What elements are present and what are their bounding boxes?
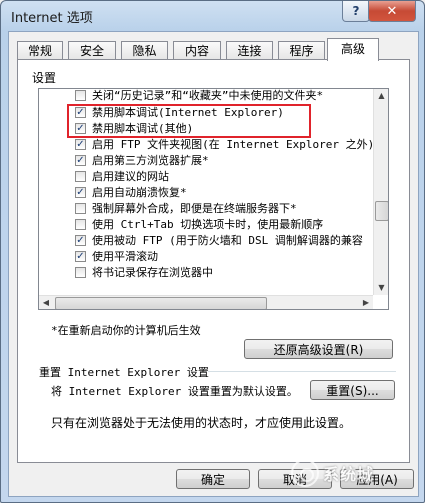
- checkbox[interactable]: ✓: [75, 123, 86, 134]
- close-icon: ✕: [386, 3, 398, 19]
- help-button[interactable]: ?: [342, 1, 370, 22]
- close-button[interactable]: ✕: [368, 1, 416, 22]
- tab-security[interactable]: 安全: [68, 41, 116, 60]
- scroll-right-icon[interactable]: ▶: [359, 296, 373, 309]
- dialog-client: 常规 安全 隐私 内容 连接 程序 高级 设置 关闭“历史记录”和“收藏夹”中未…: [8, 31, 419, 497]
- section-divider: [208, 371, 396, 372]
- checkbox[interactable]: [75, 219, 86, 230]
- checkbox[interactable]: ✓: [75, 155, 86, 166]
- apply-button[interactable]: 应用(A): [340, 469, 414, 489]
- vertical-scroll-thumb[interactable]: [375, 201, 388, 221]
- title-bar[interactable]: Internet 选项 ? ✕: [1, 1, 424, 31]
- advanced-tab-panel: 设置 关闭“历史记录”和“收藏夹”中未使用的文件夹* ✓ 禁用脚本调试(Inte…: [17, 59, 410, 463]
- settings-group-label: 设置: [32, 71, 57, 85]
- checkbox[interactable]: ✓: [75, 235, 86, 246]
- scroll-down-icon[interactable]: ▼: [374, 281, 388, 295]
- vertical-scrollbar[interactable]: ▲ ▼: [373, 89, 388, 295]
- scroll-left-icon[interactable]: ◀: [39, 296, 53, 309]
- tab-general[interactable]: 常规: [17, 41, 63, 60]
- cancel-button[interactable]: 取消: [258, 469, 332, 489]
- reset-section-title: 重置 Internet Explorer 设置: [39, 366, 209, 379]
- scroll-up-icon[interactable]: ▲: [374, 89, 388, 103]
- tab-content[interactable]: 内容: [173, 41, 221, 60]
- restore-advanced-settings-button[interactable]: 还原高级设置(R): [244, 339, 393, 359]
- restart-note: *在重新启动你的计算机后生效: [51, 324, 201, 337]
- checkbox[interactable]: ✓: [75, 107, 86, 118]
- horizontal-scroll-thumb[interactable]: [55, 297, 267, 309]
- tab-advanced[interactable]: 高级: [327, 38, 379, 61]
- ok-button[interactable]: 确定: [176, 469, 250, 489]
- tab-privacy[interactable]: 隐私: [121, 41, 168, 60]
- checkbox[interactable]: [75, 171, 86, 182]
- internet-options-dialog: Internet 选项 ? ✕ 常规 安全 隐私 内容 连接 程序 高级 设置 …: [0, 0, 425, 503]
- tab-connections[interactable]: 连接: [226, 41, 273, 60]
- reset-button[interactable]: 重置(S)...: [310, 380, 395, 400]
- reset-description: 将 Internet Explorer 设置重置为默认设置。: [51, 385, 298, 398]
- window-title: Internet 选项: [11, 11, 93, 26]
- settings-tree: 关闭“历史记录”和“收藏夹”中未使用的文件夹* ✓ 禁用脚本调试(Interne…: [39, 89, 373, 295]
- checkbox[interactable]: ✓: [75, 187, 86, 198]
- tab-programs[interactable]: 程序: [278, 41, 325, 60]
- checkbox[interactable]: [75, 203, 86, 214]
- tab-strip: 常规 安全 隐私 内容 连接 程序 高级: [17, 38, 412, 61]
- checkbox[interactable]: [75, 90, 86, 101]
- settings-list: 关闭“历史记录”和“收藏夹”中未使用的文件夹* ✓ 禁用脚本调试(Interne…: [38, 88, 389, 310]
- help-icon: ?: [352, 4, 360, 18]
- checkbox[interactable]: ✓: [75, 251, 86, 262]
- checkbox[interactable]: ✓: [75, 139, 86, 150]
- reset-note: 只有在浏览器处于无法使用的状态时，才应使用此设置。: [51, 416, 352, 430]
- checkbox[interactable]: [75, 267, 86, 278]
- horizontal-scrollbar[interactable]: ◀ ▶: [39, 295, 373, 309]
